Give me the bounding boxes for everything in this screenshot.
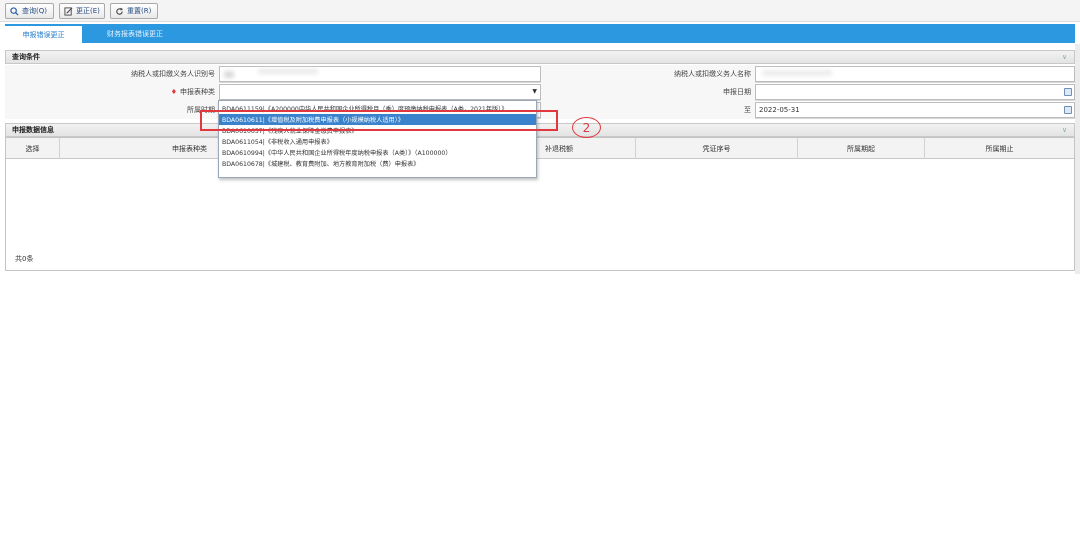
period-end-input[interactable]: 2022-05-31 xyxy=(755,102,1075,118)
column-header[interactable]: 所属期起 xyxy=(798,138,925,159)
tab-financial-report-correction[interactable]: 财务报表错误更正 xyxy=(87,24,183,43)
correct-button-label: 更正(E) xyxy=(76,7,100,15)
record-count: 共0条 xyxy=(15,255,34,263)
reset-button[interactable]: 重置(R) xyxy=(110,3,158,19)
grid-header: 选择 申报表种类 补退税额 凭证序号 所属期起 所属期止 xyxy=(6,138,1074,159)
taxpayer-id-label: 纳税人或扣缴义务人识别号 xyxy=(5,65,219,83)
tab-financial-report-correction-label: 财务报表错误更正 xyxy=(107,29,163,38)
period-end-value: 2022-05-31 xyxy=(759,106,800,114)
edit-icon xyxy=(64,6,73,16)
column-header[interactable]: 所属期止 xyxy=(925,138,1074,159)
declaration-date-label: 申报日期 xyxy=(541,83,755,101)
query-button-label: 查询(Q) xyxy=(22,7,47,15)
form-row-declaration-type: ♦ 申报表种类 ▼ 申报日期 xyxy=(5,83,1075,101)
column-header[interactable]: 凭证序号 xyxy=(636,138,798,159)
period-label: 所属时期 xyxy=(5,101,219,119)
tab-declaration-correction-label: 申报错误更正 xyxy=(22,30,65,39)
search-icon xyxy=(10,6,19,16)
reset-button-label: 重置(R) xyxy=(127,7,152,15)
tab-declaration-correction[interactable]: 申报错误更正 xyxy=(5,24,82,43)
form-row-taxpayer: 纳税人或扣缴义务人识别号 纳税人或扣缴义务人名称 xyxy=(5,65,1075,83)
redacted-text xyxy=(224,71,234,78)
calendar-icon[interactable] xyxy=(1064,106,1072,114)
declaration-type-label-cell: ♦ 申报表种类 xyxy=(5,83,219,101)
redacted-text xyxy=(762,70,832,76)
required-marker-icon: ♦ xyxy=(170,88,177,96)
query-section-title: 查询条件 xyxy=(12,53,40,61)
annotation-step-marker: 2 xyxy=(572,117,601,138)
annotation-highlight-box xyxy=(200,110,558,131)
dropdown-option[interactable]: BDA0610678|《城建税、教育费附加、地方教育附加税（费）申报表》 xyxy=(219,158,536,169)
annotation-step-number: 2 xyxy=(582,120,591,135)
chevron-down-icon[interactable]: ▼ xyxy=(532,88,537,95)
refresh-icon xyxy=(116,7,124,15)
collapse-icon[interactable]: ∨ xyxy=(1062,126,1070,134)
data-section-title: 申报数据信息 xyxy=(12,126,54,134)
correct-button[interactable]: 更正(E) xyxy=(59,3,105,19)
calendar-icon[interactable] xyxy=(1064,88,1072,96)
period-to-label: 至 xyxy=(541,101,755,119)
collapse-icon[interactable]: ∨ xyxy=(1062,53,1070,61)
declaration-type-select[interactable]: ▼ xyxy=(219,84,541,100)
column-header[interactable]: 选择 xyxy=(6,138,60,159)
query-section-header[interactable]: 查询条件 ∨ xyxy=(5,50,1075,64)
dropdown-option[interactable]: BDA0610994|《中华人民共和国企业所得税年度纳税申报表（A类）》（A10… xyxy=(219,147,536,158)
data-grid: 选择 申报表种类 补退税额 凭证序号 所属期起 所属期止 共0条 xyxy=(5,137,1075,271)
declaration-date-input[interactable] xyxy=(755,84,1075,100)
taxpayer-id-input[interactable] xyxy=(219,66,541,82)
toolbar: 查询(Q) 更正(E) 重置(R) xyxy=(0,0,1080,22)
redacted-text xyxy=(258,69,318,74)
dropdown-option[interactable]: BDA0611054|《非税收入通用申报表》 xyxy=(219,136,536,147)
tab-strip: 申报错误更正 财务报表错误更正 xyxy=(5,24,1075,43)
taxpayer-name-input[interactable] xyxy=(755,66,1075,82)
declaration-type-label: 申报表种类 xyxy=(180,88,215,96)
scrollbar[interactable] xyxy=(1075,44,1080,274)
taxpayer-name-label: 纳税人或扣缴义务人名称 xyxy=(541,65,755,83)
query-button[interactable]: 查询(Q) xyxy=(5,3,54,19)
